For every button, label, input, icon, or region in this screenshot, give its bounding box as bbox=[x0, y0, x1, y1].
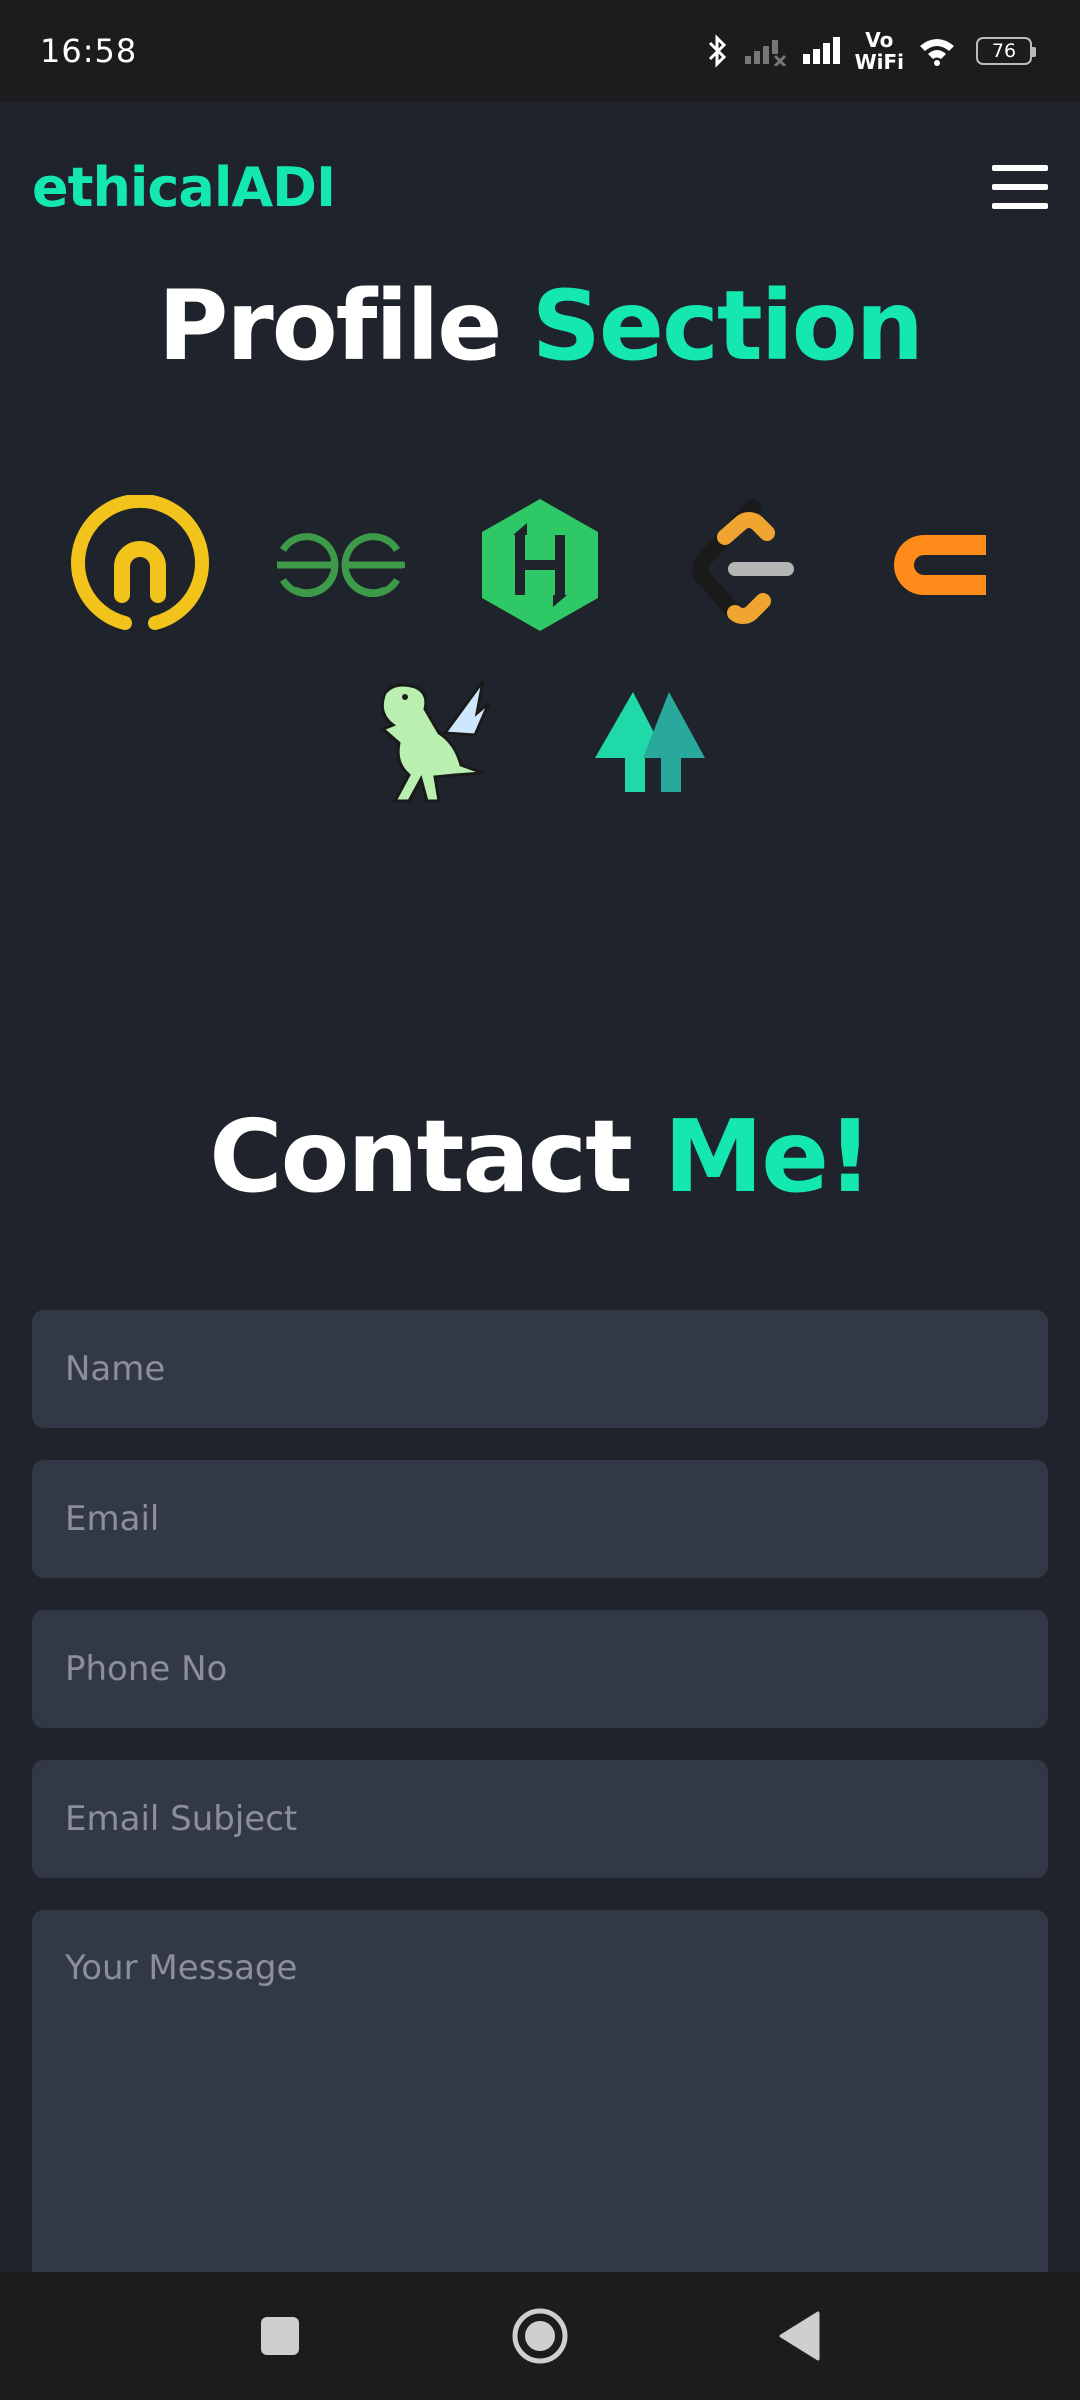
contact-section-title: Contact Me! bbox=[0, 1098, 1080, 1215]
back-triangle-icon[interactable] bbox=[760, 2296, 840, 2376]
system-nav-bar bbox=[0, 2272, 1080, 2400]
bluetooth-icon bbox=[707, 34, 729, 68]
battery-icon: 76 bbox=[976, 37, 1036, 65]
double-up-arrow-icon[interactable] bbox=[575, 668, 725, 818]
status-icons: Vo WiFi 76 bbox=[707, 29, 1036, 73]
profile-title-part1: Profile bbox=[157, 270, 502, 382]
profile-icons-grid bbox=[40, 490, 1040, 846]
contact-title-part1: Contact bbox=[209, 1098, 633, 1215]
volte-line2: WiFi bbox=[854, 50, 904, 74]
profile-row-1 bbox=[40, 490, 1040, 640]
status-bar: 16:58 Vo WiFi 76 bbox=[0, 0, 1080, 102]
name-input[interactable] bbox=[32, 1310, 1048, 1428]
hamburger-menu-icon[interactable] bbox=[992, 165, 1048, 209]
email-input[interactable] bbox=[32, 1460, 1048, 1578]
codeforces-like-icon[interactable] bbox=[865, 490, 1015, 640]
contact-title-part2: Me! bbox=[663, 1098, 873, 1215]
wifi-icon bbox=[918, 36, 956, 66]
home-circle-icon[interactable] bbox=[500, 2296, 580, 2376]
phone-input[interactable] bbox=[32, 1610, 1048, 1728]
site-logo[interactable]: ethicalADI bbox=[32, 156, 336, 219]
recent-apps-square-icon[interactable] bbox=[240, 2296, 320, 2376]
message-textarea[interactable] bbox=[32, 1910, 1048, 2290]
app-header: ethicalADI bbox=[0, 102, 1080, 272]
contact-form bbox=[32, 1310, 1048, 2322]
signal-icon bbox=[801, 36, 841, 66]
leetcode-icon[interactable] bbox=[665, 490, 815, 640]
volte-indicator: Vo WiFi bbox=[855, 29, 904, 73]
profile-title-part2: Section bbox=[531, 270, 924, 382]
dinosaur-dragon-icon[interactable] bbox=[355, 668, 505, 818]
status-time: 16:58 bbox=[40, 32, 138, 70]
profile-section-title: Profile Section bbox=[0, 270, 1080, 382]
email-subject-input[interactable] bbox=[32, 1760, 1048, 1878]
signal-no-service-icon bbox=[743, 36, 787, 66]
hackerrank-icon[interactable] bbox=[465, 490, 615, 640]
profile-row-2 bbox=[40, 668, 1040, 818]
geeksforgeeks-icon[interactable] bbox=[265, 490, 415, 640]
volte-line1: Vo bbox=[865, 28, 894, 52]
battery-level: 76 bbox=[991, 40, 1017, 62]
codechef-like-icon[interactable] bbox=[65, 490, 215, 640]
